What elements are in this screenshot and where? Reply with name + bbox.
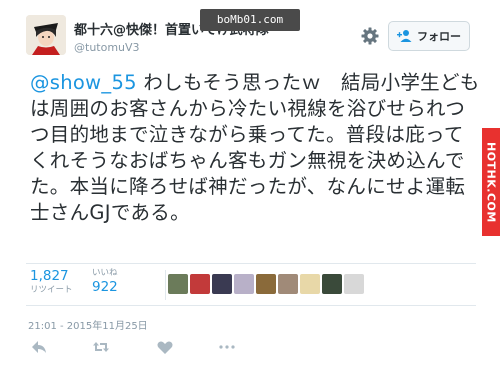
liker-avatar[interactable] — [300, 274, 320, 294]
retweet-count: 1,827 — [30, 268, 69, 284]
stats-bottom-divider — [26, 305, 476, 306]
avatar-image — [26, 15, 66, 55]
mention-link[interactable]: @show_55 — [30, 71, 137, 94]
timestamp[interactable]: 21:01 - 2015年11月25日 — [28, 317, 148, 332]
gear-icon[interactable] — [360, 26, 380, 46]
liker-avatars — [168, 274, 364, 294]
reply-icon[interactable] — [30, 338, 48, 356]
like-icon[interactable] — [156, 338, 174, 356]
tweet-text: @show_55 わしもそう思ったｗ 結局小学生どもは周囲のお客さんから冷たい視… — [30, 70, 482, 226]
liker-avatar[interactable] — [212, 274, 232, 294]
retweet-label: リツイート — [30, 285, 73, 295]
more-icon[interactable] — [218, 338, 236, 356]
retweet-stat[interactable]: 1,827 リツイート — [30, 268, 73, 295]
like-stat[interactable]: いいね 922 — [92, 268, 118, 296]
liker-avatar[interactable] — [234, 274, 254, 294]
liker-avatar[interactable] — [322, 274, 342, 294]
stats-separator — [165, 270, 166, 300]
liker-avatar[interactable] — [278, 274, 298, 294]
side-watermark: HOTHK.COM — [482, 128, 500, 236]
top-watermark: boMb01.com — [200, 9, 300, 31]
side-watermark-text: HOTHK.COM — [484, 141, 498, 223]
add-user-icon — [397, 30, 412, 42]
retweet-icon[interactable] — [92, 338, 110, 356]
liker-avatar[interactable] — [168, 274, 188, 294]
like-count: 922 — [92, 279, 118, 295]
follow-button[interactable]: フォロー — [388, 21, 470, 51]
avatar[interactable] — [26, 15, 66, 55]
liker-avatar[interactable] — [344, 274, 364, 294]
like-label: いいね — [92, 268, 118, 278]
stats-top-divider — [26, 263, 476, 264]
liker-avatar[interactable] — [190, 274, 210, 294]
user-handle[interactable]: @tutomuV3 — [74, 41, 140, 54]
liker-avatar[interactable] — [256, 274, 276, 294]
follow-button-label: フォロー — [417, 30, 461, 43]
